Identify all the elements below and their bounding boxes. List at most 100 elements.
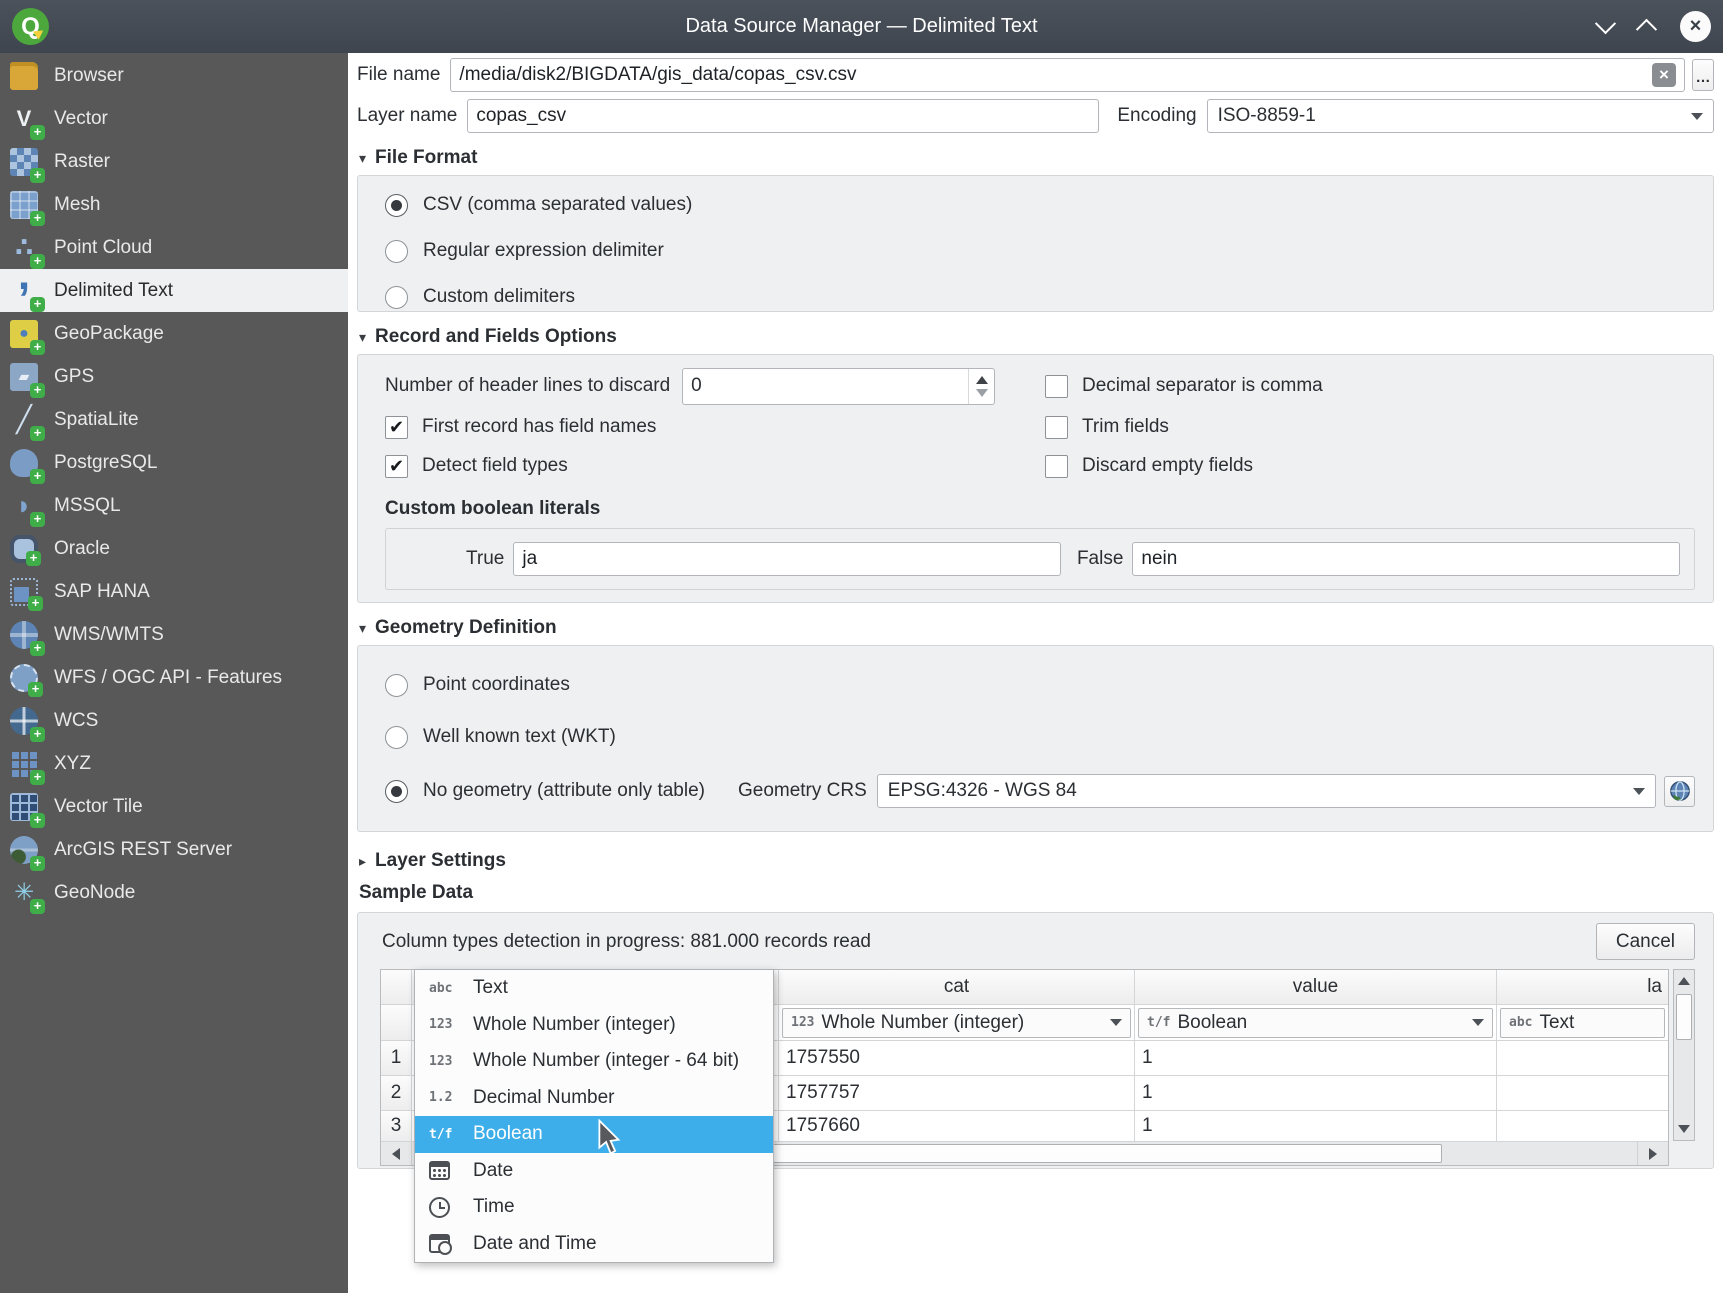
sidebar-item-wcs[interactable]: + WCS <box>0 699 348 742</box>
type-menu-item[interactable]: 1.2 Decimal Number <box>415 1080 773 1117</box>
value-cell[interactable]: 1 <box>1135 1041 1497 1076</box>
encoding-label: Encoding <box>1117 105 1196 127</box>
false-literal-input[interactable]: nein <box>1132 542 1680 576</box>
true-literal-input[interactable]: ja <box>513 542 1061 576</box>
sidebar-item-geopackage[interactable]: + GeoPackage <box>0 312 348 355</box>
vertical-scrollbar[interactable] <box>1673 969 1695 1141</box>
type-menu-item[interactable]: 123 Whole Number (integer) <box>415 1007 773 1044</box>
checkbox-trim-fields[interactable]: Trim fields <box>1045 412 1695 442</box>
checkbox-detect-types[interactable]: ✔ Detect field types <box>385 451 1045 481</box>
cat-cell[interactable]: 1757757 <box>779 1076 1135 1111</box>
sidebar-item-spatialite[interactable]: + SpatiaLite <box>0 398 348 441</box>
sidebar-item-raster[interactable]: + Raster <box>0 140 348 183</box>
spin-up-icon[interactable] <box>976 376 988 384</box>
la-cell[interactable] <box>1497 1111 1668 1142</box>
radio-icon[interactable] <box>385 194 408 217</box>
sidebar-item-mesh[interactable]: + Mesh <box>0 183 348 226</box>
sidebar-item-gps[interactable]: + GPS <box>0 355 348 398</box>
sidebar-item-oracle[interactable]: + Oracle <box>0 527 348 570</box>
type-menu-item[interactable]: Date <box>415 1153 773 1190</box>
cancel-button[interactable]: Cancel <box>1596 923 1695 960</box>
text-type-icon: abc <box>1509 1015 1532 1030</box>
sidebar-item-wfs[interactable]: + WFS / OGC API - Features <box>0 656 348 699</box>
radio-icon[interactable] <box>385 674 408 697</box>
sidebar-item-label: WFS / OGC API - Features <box>54 667 282 689</box>
sidebar-item-sap-hana[interactable]: + SAP HANA <box>0 570 348 613</box>
radio-regexp[interactable]: Regular expression delimiter <box>385 236 1713 266</box>
encoding-select[interactable]: ISO-8859-1 <box>1207 99 1714 133</box>
window-roll-up-icon[interactable] <box>1636 19 1657 40</box>
browse-file-button[interactable]: … <box>1692 59 1714 91</box>
scroll-down-button[interactable] <box>1674 1118 1694 1140</box>
header-lines-spinner[interactable]: 0 <box>682 368 995 405</box>
select-crs-button[interactable] <box>1664 776 1695 807</box>
clear-filename-icon[interactable]: × <box>1652 63 1676 87</box>
radio-icon[interactable] <box>385 780 408 803</box>
checkbox-icon[interactable]: ✔ <box>385 416 408 439</box>
horizontal-scroll-thumb[interactable] <box>759 1144 1442 1163</box>
checkbox-icon[interactable] <box>1045 375 1068 398</box>
scroll-up-button[interactable] <box>1674 970 1694 992</box>
scroll-right-button[interactable] <box>1637 1142 1668 1165</box>
down-arrow-icon <box>1678 1125 1690 1133</box>
sidebar-item-geonode[interactable]: + GeoNode <box>0 871 348 914</box>
row-number-cell[interactable]: 2 <box>381 1076 412 1111</box>
checkbox-discard-empty[interactable]: Discard empty fields <box>1045 451 1695 481</box>
row-number-cell[interactable]: 3 <box>381 1111 412 1142</box>
checkbox-icon[interactable] <box>1045 416 1068 439</box>
checkbox-icon[interactable]: ✔ <box>385 455 408 478</box>
sidebar-item-postgresql[interactable]: + PostgreSQL <box>0 441 348 484</box>
type-select-value[interactable]: t/f Boolean <box>1138 1008 1493 1038</box>
radio-no-geometry[interactable]: No geometry (attribute only table) Geome… <box>385 774 1695 808</box>
file-format-header[interactable]: ▾ File Format <box>359 147 1714 169</box>
window-close-button[interactable]: × <box>1680 11 1711 42</box>
cat-cell[interactable]: 1757550 <box>779 1041 1135 1076</box>
spin-down-icon[interactable] <box>976 389 988 397</box>
window-roll-down-icon[interactable] <box>1595 13 1616 34</box>
value-cell[interactable]: 1 <box>1135 1111 1497 1142</box>
sidebar-item-folder[interactable]: + Browser <box>0 54 348 97</box>
cat-cell[interactable]: 1757660 <box>779 1111 1135 1142</box>
record-fields-header[interactable]: ▾ Record and Fields Options <box>359 326 1714 348</box>
value-cell[interactable]: 1 <box>1135 1076 1497 1111</box>
radio-icon[interactable] <box>385 726 408 749</box>
header-lines-label: Number of header lines to discard <box>385 375 670 397</box>
type-select-cat[interactable]: 123 Whole Number (integer) <box>782 1008 1131 1038</box>
checkbox-first-record[interactable]: ✔ First record has field names <box>385 412 1045 442</box>
type-menu-item[interactable]: 123 Whole Number (integer - 64 bit) <box>415 1043 773 1080</box>
la-cell[interactable] <box>1497 1041 1668 1076</box>
sidebar-item-mssql[interactable]: + MSSQL <box>0 484 348 527</box>
checkbox-icon[interactable] <box>1045 455 1068 478</box>
type-select-la[interactable]: abc Text <box>1500 1008 1665 1038</box>
type-menu-item[interactable]: t/f Boolean <box>415 1116 773 1153</box>
sidebar-item-vector-tile[interactable]: + Vector Tile <box>0 785 348 828</box>
layer-name-input[interactable]: copas_csv <box>467 99 1099 133</box>
sidebar-item-point-cloud[interactable]: + Point Cloud <box>0 226 348 269</box>
scroll-left-button[interactable] <box>381 1142 412 1165</box>
sidebar-item-wms-wmts[interactable]: + WMS/WMTS <box>0 613 348 656</box>
vertical-scroll-thumb[interactable] <box>1676 994 1692 1040</box>
radio-custom-delimiters[interactable]: Custom delimiters <box>385 282 1713 312</box>
type-menu-item[interactable]: abc Text <box>415 970 773 1007</box>
layer-settings-header[interactable]: ▸ Layer Settings <box>359 850 1714 872</box>
row-number-cell[interactable]: 1 <box>381 1041 412 1076</box>
geometry-header[interactable]: ▾ Geometry Definition <box>359 617 1714 639</box>
sidebar-item-arcgis[interactable]: + ArcGIS REST Server <box>0 828 348 871</box>
sidebar-item-delimited-text[interactable]: + Delimited Text <box>0 269 348 312</box>
checkbox-decimal-comma[interactable]: Decimal separator is comma <box>1045 371 1323 401</box>
sidebar-item-xyz[interactable]: + XYZ <box>0 742 348 785</box>
radio-point-coordinates[interactable]: Point coordinates <box>385 670 1695 700</box>
sidebar-item-vector[interactable]: + Vector <box>0 97 348 140</box>
radio-csv[interactable]: CSV (comma separated values) <box>385 190 1713 220</box>
radio-icon[interactable] <box>385 286 408 309</box>
raster-icon: + <box>10 148 38 176</box>
radio-wkt[interactable]: Well known text (WKT) <box>385 722 1695 752</box>
radio-icon[interactable] <box>385 240 408 263</box>
file-format-frame: CSV (comma separated values) Regular exp… <box>357 175 1714 312</box>
geometry-crs-select[interactable]: EPSG:4326 - WGS 84 <box>877 774 1656 808</box>
type-menu-item[interactable]: Date and Time <box>415 1226 773 1263</box>
sidebar-item-label: ArcGIS REST Server <box>54 839 232 861</box>
la-cell[interactable] <box>1497 1076 1668 1111</box>
file-name-input[interactable]: /media/disk2/BIGDATA/gis_data/copas_csv.… <box>450 58 1685 92</box>
type-menu-item[interactable]: Time <box>415 1189 773 1226</box>
